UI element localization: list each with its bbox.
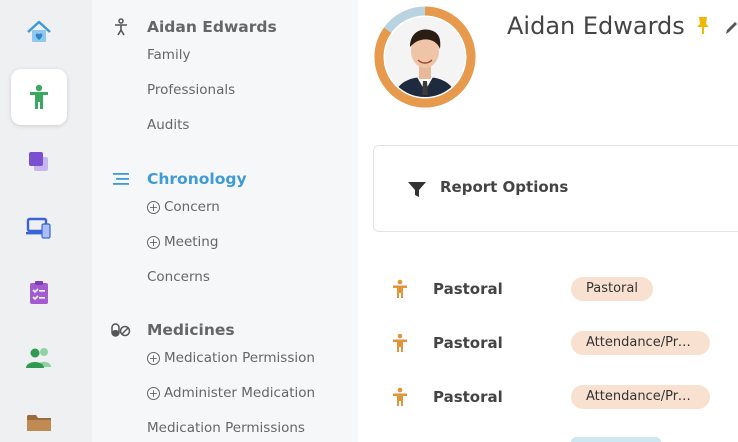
secondary-nav: Aidan Edwards Family Professionals Audit…	[92, 0, 358, 442]
folder-icon	[27, 415, 51, 431]
pills-icon	[110, 319, 132, 341]
entry-label: Pastoral	[433, 388, 503, 406]
nav-item-label: Medication Permission	[164, 350, 315, 366]
nav-item-audits[interactable]: Audits	[147, 117, 189, 133]
nav-item-label: Meeting	[164, 234, 219, 250]
nav-heading-chronology: Chronology	[147, 170, 247, 188]
entry-label: Pastoral	[433, 280, 503, 298]
plus-circle-icon: +	[147, 235, 160, 249]
clipboard-icon	[30, 281, 48, 304]
entry-tag-badge: Attendance/Pre...	[571, 385, 710, 409]
list-item[interactable]: Pastoral Attendance/Pre...	[392, 331, 738, 355]
rail-folder-button[interactable]	[11, 394, 67, 442]
nav-heading-medicines: Medicines	[147, 321, 235, 339]
nav-heading-profile: Aidan Edwards	[147, 18, 277, 36]
child-icon	[30, 84, 48, 109]
nav-item-label: Concern	[164, 199, 220, 215]
layers-icon	[29, 152, 48, 171]
filter-icon	[408, 182, 426, 202]
report-options-title: Report Options	[440, 178, 569, 196]
nav-item-administer-medication[interactable]: + Administer Medication	[147, 385, 315, 401]
profile-name: Aidan Edwards	[507, 12, 685, 40]
pin-icon[interactable]	[695, 16, 711, 40]
plus-circle-icon: +	[147, 386, 160, 400]
rail-clipboard-button[interactable]	[11, 264, 67, 320]
icon-rail	[0, 0, 92, 442]
people-icon	[26, 348, 51, 368]
child-outline-icon	[110, 16, 132, 38]
nav-item-family[interactable]: Family	[147, 47, 190, 63]
child-icon	[392, 387, 408, 411]
nav-item-concerns[interactable]: Concerns	[147, 269, 210, 285]
list-item[interactable]: Pastoral Attendance/Pre...	[392, 385, 738, 409]
devices-icon	[26, 217, 51, 239]
nav-item-add-medication-permission[interactable]: + Medication Permission	[147, 350, 315, 366]
avatar[interactable]	[373, 5, 477, 109]
nav-item-add-concern[interactable]: + Concern	[147, 199, 220, 215]
nav-section-medicines[interactable]: Medicines	[110, 319, 235, 341]
nav-section-profile[interactable]: Aidan Edwards	[110, 16, 277, 38]
rail-devices-button[interactable]	[11, 199, 67, 255]
nav-item-label: Administer Medication	[164, 385, 316, 401]
plus-circle-icon: +	[147, 200, 160, 214]
entry-tag-badge: Attendance/Pre...	[571, 331, 710, 355]
entry-label: Pastoral	[433, 334, 503, 352]
edit-icon[interactable]	[724, 20, 738, 40]
home-icon	[27, 20, 51, 42]
rail-layers-button[interactable]	[11, 134, 67, 190]
rail-home-button[interactable]	[11, 4, 67, 60]
entry-tag-badge-partial	[571, 437, 661, 442]
plus-circle-icon: +	[147, 351, 160, 365]
nav-section-chronology[interactable]: Chronology	[110, 168, 247, 190]
rail-people-button[interactable]	[11, 329, 67, 385]
nav-item-medication-permissions[interactable]: Medication Permissions	[147, 420, 305, 436]
child-icon	[392, 279, 408, 303]
list-icon	[110, 168, 132, 190]
child-icon	[392, 333, 408, 357]
report-options-panel[interactable]: Report Options	[373, 145, 738, 232]
list-item[interactable]: Pastoral Pastoral	[392, 277, 738, 301]
entry-tag-badge: Pastoral	[571, 277, 653, 301]
nav-item-professionals[interactable]: Professionals	[147, 82, 235, 98]
rail-child-button[interactable]	[11, 69, 67, 125]
nav-item-add-meeting[interactable]: + Meeting	[147, 234, 218, 250]
